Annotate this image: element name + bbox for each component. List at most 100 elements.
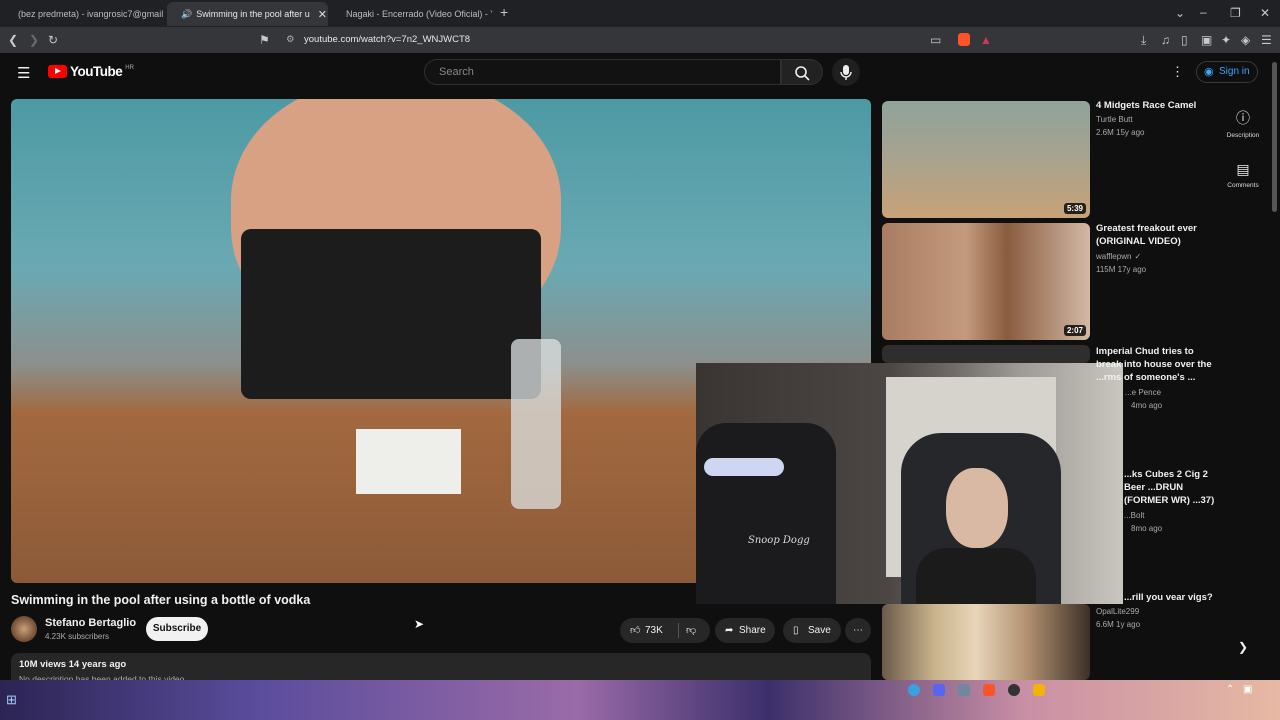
file-explorer-icon[interactable] bbox=[958, 684, 970, 696]
shirt-text: Snoop Dogg bbox=[748, 535, 810, 546]
app-icon[interactable] bbox=[1033, 684, 1045, 696]
tab-search-icon[interactable]: ⌄ bbox=[1175, 6, 1185, 20]
menu-icon[interactable]: ☰ bbox=[1261, 33, 1272, 47]
chevron-right-icon[interactable]: ❯ bbox=[1238, 640, 1248, 654]
discord-icon[interactable] bbox=[933, 684, 945, 696]
share-button[interactable]: ➦ Share bbox=[715, 618, 775, 643]
url-field[interactable]: ⚙ youtube.com/watch?v=7n2_WNJWCT8 bbox=[282, 30, 942, 50]
close-tab-icon[interactable]: ✕ bbox=[318, 8, 327, 21]
description-panel-button[interactable]: ⓘ Description bbox=[1226, 108, 1260, 139]
sign-in-button[interactable]: ◉ Sign in bbox=[1196, 61, 1258, 83]
recommendation-thumbnail[interactable] bbox=[882, 604, 1090, 680]
tab-label: Swimming in the pool after u bbox=[196, 9, 310, 19]
webcam-person-left bbox=[696, 423, 836, 604]
browser-tab-bar: (bez predmeta) - ivangrosic7@gmail. 🔊 Sw… bbox=[0, 0, 1280, 27]
video-frame-bottle bbox=[511, 339, 561, 509]
close-window-icon[interactable]: ✕ bbox=[1260, 6, 1270, 20]
recommendation-channel[interactable]: ...e Pence bbox=[1125, 388, 1161, 397]
like-count[interactable]: 73K bbox=[645, 618, 663, 643]
download-icon[interactable]: ⤓ bbox=[1141, 33, 1146, 47]
headphone-light bbox=[704, 458, 784, 476]
vpn-icon[interactable]: ◈ bbox=[1241, 33, 1250, 47]
speaker-icon: 🔊 bbox=[181, 8, 193, 19]
dislike-icon[interactable]: 👎︎ bbox=[686, 618, 696, 643]
tab-label: Nagaki - Encerrado (Video Oficial) - Y bbox=[346, 9, 492, 19]
voice-search-button[interactable] bbox=[832, 58, 860, 86]
brave-rewards-icon[interactable]: ▲ bbox=[980, 33, 992, 47]
recommendation-channel[interactable]: Turtle Butt bbox=[1096, 115, 1133, 124]
recommendation-channel[interactable]: wafflepwn ✓ bbox=[1096, 252, 1141, 261]
comments-label: Comments bbox=[1227, 182, 1259, 189]
tab-gmail[interactable]: (bez predmeta) - ivangrosic7@gmail. bbox=[4, 2, 164, 26]
recommendation-title[interactable]: Imperial Chud tries to break into house … bbox=[1096, 345, 1221, 384]
webcam-overlay: Snoop Dogg bbox=[696, 363, 1123, 604]
steam-icon[interactable] bbox=[1008, 684, 1020, 696]
bookmark-icon[interactable]: ⚑ bbox=[259, 33, 270, 47]
page-scrollbar[interactable] bbox=[1272, 62, 1277, 212]
tab-youtube-active[interactable]: 🔊 Swimming in the pool after u ✕ bbox=[167, 2, 328, 26]
channel-avatar[interactable] bbox=[11, 616, 37, 642]
brave-taskbar-icon[interactable] bbox=[983, 684, 995, 696]
save-icon: ▯ bbox=[793, 625, 799, 636]
comments-panel-button[interactable]: ▤ Comments bbox=[1226, 161, 1260, 189]
recommendation-thumbnail[interactable]: 2:07 bbox=[882, 223, 1090, 340]
tray-chevron-icon[interactable]: ⌃ bbox=[1226, 684, 1234, 695]
recommendation-stats: 6.6M 1y ago bbox=[1096, 620, 1141, 629]
youtube-play-icon bbox=[48, 65, 67, 78]
search-button[interactable] bbox=[781, 59, 823, 85]
new-tab-icon[interactable]: + bbox=[500, 5, 508, 19]
video-frame-shorts bbox=[241, 229, 541, 399]
description-label: Description bbox=[1226, 132, 1260, 139]
recommendation-title[interactable]: 4 Midgets Race Camel bbox=[1096, 99, 1221, 112]
duration-badge: 5:39 bbox=[1063, 203, 1086, 214]
region-code: HR bbox=[125, 64, 134, 71]
youtube-logo[interactable]: YouTube HR bbox=[48, 64, 134, 79]
recommendation-thumbnail[interactable]: 5:39 bbox=[882, 101, 1090, 218]
recommendation-channel[interactable]: ...Bolt bbox=[1124, 511, 1144, 520]
tab-label: (bez predmeta) - ivangrosic7@gmail. bbox=[18, 9, 164, 19]
forward-icon[interactable]: ❯ bbox=[29, 33, 39, 47]
video-frame-paper bbox=[356, 429, 461, 494]
recommendation-stats: 2.6M 15y ago bbox=[1096, 128, 1145, 137]
sidebar-icon[interactable]: ▯ bbox=[1181, 33, 1188, 47]
hamburger-menu-icon[interactable]: ☰ bbox=[17, 64, 30, 82]
recommendation-thumbnail[interactable] bbox=[882, 345, 1090, 363]
windows-taskbar: ⊞ ⌃ ▣ bbox=[0, 680, 1280, 720]
windows-start-icon[interactable]: ⊞ bbox=[6, 692, 17, 708]
account-icon: ◉ bbox=[1204, 66, 1214, 78]
recommendation-title[interactable]: Greatest freakout ever (ORIGINAL VIDEO) bbox=[1096, 222, 1221, 248]
more-actions-button[interactable]: ⋯ bbox=[845, 618, 871, 643]
recommendation-stats: 115M 17y ago bbox=[1096, 265, 1147, 274]
restore-icon[interactable]: ❐ bbox=[1230, 6, 1241, 20]
share-label: Share bbox=[739, 625, 766, 636]
leo-icon[interactable]: ✦ bbox=[1221, 33, 1231, 47]
recommendation-title[interactable]: ...rill you vear vigs? bbox=[1124, 591, 1224, 604]
site-info-icon[interactable]: ⚙ bbox=[286, 30, 295, 50]
edge-icon[interactable] bbox=[908, 684, 920, 696]
search-input[interactable]: Search bbox=[424, 59, 781, 85]
webcam-person-right bbox=[916, 548, 1036, 604]
channel-name[interactable]: Stefano Bertaglio bbox=[45, 617, 136, 629]
like-icon[interactable]: 👍︎ bbox=[630, 618, 640, 643]
more-options-icon[interactable]: ⋮ bbox=[1171, 64, 1184, 80]
mouse-cursor-icon: ➤ bbox=[414, 617, 425, 631]
wallet-icon[interactable]: ▣ bbox=[1201, 33, 1212, 47]
recommendation-stats: 4mo ago bbox=[1131, 401, 1163, 410]
video-title: Swimming in the pool after using a bottl… bbox=[11, 593, 311, 607]
back-icon[interactable]: ❮ bbox=[8, 33, 18, 47]
reload-icon[interactable]: ↻ bbox=[48, 33, 58, 47]
subscribe-button[interactable]: Subscribe bbox=[146, 617, 208, 641]
ellipsis-icon: ⋯ bbox=[853, 625, 863, 636]
recommendation-channel[interactable]: OpalLite299 bbox=[1096, 607, 1139, 616]
sign-in-label: Sign in bbox=[1219, 66, 1250, 77]
media-icon[interactable]: ♫ bbox=[1161, 33, 1170, 47]
tab-nagaki[interactable]: Nagaki - Encerrado (Video Oficial) - Y bbox=[332, 2, 492, 26]
tray-app-icon[interactable]: ▣ bbox=[1243, 684, 1252, 695]
share-icon: ➦ bbox=[725, 625, 734, 636]
recommendation-title[interactable]: ...ks Cubes 2 Cig 2 Beer ...DRUN (FORMER… bbox=[1124, 468, 1224, 507]
info-icon: ⓘ bbox=[1236, 110, 1250, 126]
save-button[interactable]: ▯ Save bbox=[783, 618, 841, 643]
recommendation-stats: 8mo ago bbox=[1131, 524, 1163, 533]
brave-shields-icon[interactable] bbox=[958, 33, 970, 46]
minimize-icon[interactable]: – bbox=[1200, 5, 1207, 19]
